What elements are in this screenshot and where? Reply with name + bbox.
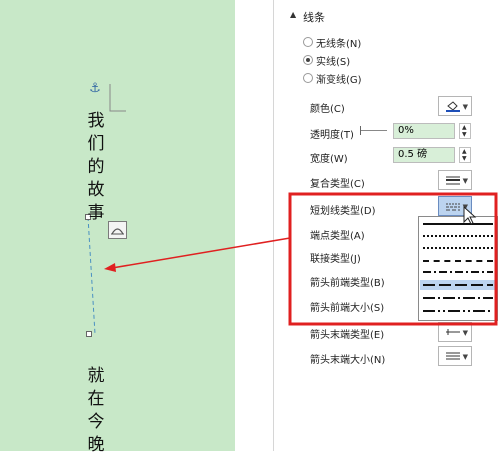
width-spinner[interactable]: ▲ ▼ <box>459 147 471 163</box>
document-canvas: ⚓ 我 们 的 故 事 就 在 今 晚 <box>0 0 235 455</box>
chevron-down-icon: ▼ <box>462 329 468 337</box>
dash-option-dash-dot[interactable] <box>423 270 493 274</box>
dash-option-long-dash-dot[interactable] <box>423 296 493 300</box>
compound-type-label: 复合类型(C) <box>310 179 365 190</box>
chevron-down-icon: ▼ <box>462 203 468 211</box>
selected-dashed-line[interactable] <box>87 216 96 335</box>
color-label: 颜色(C) <box>310 104 345 115</box>
transparency-label: 透明度(T) <box>310 130 354 141</box>
collapse-triangle-icon[interactable]: ▲ <box>290 10 296 19</box>
transparency-spinner[interactable]: ▲ ▼ <box>459 123 471 139</box>
compound-lines-icon <box>446 176 460 185</box>
radio-gradient-line[interactable] <box>303 73 313 83</box>
dash-lines-icon <box>446 203 460 211</box>
dash-option-round-dot[interactable] <box>423 235 493 237</box>
radio-no-line[interactable] <box>303 37 313 47</box>
dash-type-dropdown[interactable] <box>418 216 498 321</box>
dash-option-long-dash[interactable] <box>423 283 493 287</box>
radio-no-line-label[interactable]: 无线条(N) <box>316 35 361 50</box>
radio-solid-line-label[interactable]: 实线(S) <box>316 53 350 68</box>
line-handle-bottom[interactable] <box>86 331 92 337</box>
anchor-icon: ⚓ <box>89 81 101 96</box>
arrow-end-size-label: 箭头末端大小(N) <box>310 355 386 366</box>
dash-option-solid[interactable] <box>423 223 493 225</box>
arrow-end-type-button[interactable]: ▼ <box>438 322 472 342</box>
document-overlay: ⚓ <box>85 81 127 337</box>
dash-type-label: 短划线类型(D) <box>310 206 376 217</box>
chevron-down-icon: ▼ <box>462 177 468 185</box>
transparency-field[interactable]: 0% <box>393 123 455 139</box>
vertical-text-top: 我 们 的 故 事 <box>87 111 105 223</box>
join-type-label: 联接类型(J) <box>310 254 361 265</box>
margin-corner-mark <box>109 84 126 112</box>
arrow-begin-size-label: 箭头前端大小(S) <box>310 303 385 314</box>
chevron-down-icon: ▼ <box>462 103 468 111</box>
arrow-end-size-button[interactable]: ▼ <box>438 346 472 366</box>
dash-type-button[interactable]: ▼ <box>438 196 472 216</box>
arrow-begin-type-label: 箭头前端类型(B) <box>310 278 385 289</box>
dash-option-square-dot[interactable] <box>423 247 493 249</box>
arrow-end-type-label: 箭头末端类型(E) <box>310 330 385 341</box>
arrow-size-icon <box>446 352 460 360</box>
paint-bucket-icon <box>446 101 460 112</box>
dash-option-dash[interactable] <box>423 260 493 262</box>
layout-options-icon[interactable] <box>108 221 127 239</box>
width-field[interactable]: 0.5 磅 <box>393 147 455 163</box>
transparency-slider[interactable] <box>361 130 387 131</box>
section-title[interactable]: 线条 <box>303 9 325 25</box>
radio-solid-line[interactable] <box>303 55 313 65</box>
vertical-text-bottom: 就 在 今 晚 <box>87 366 105 455</box>
chevron-down-icon: ▼ <box>462 353 468 361</box>
cap-type-label: 端点类型(A) <box>310 231 365 242</box>
radio-gradient-line-label[interactable]: 渐变线(G) <box>316 71 362 86</box>
compound-type-button[interactable]: ▼ <box>438 170 472 190</box>
width-label: 宽度(W) <box>310 154 348 165</box>
color-picker-button[interactable]: ▼ <box>438 96 472 116</box>
dash-option-long-dash-dot-dot[interactable] <box>423 309 493 313</box>
arrow-type-icon <box>446 329 460 335</box>
page-gutter <box>235 0 275 451</box>
